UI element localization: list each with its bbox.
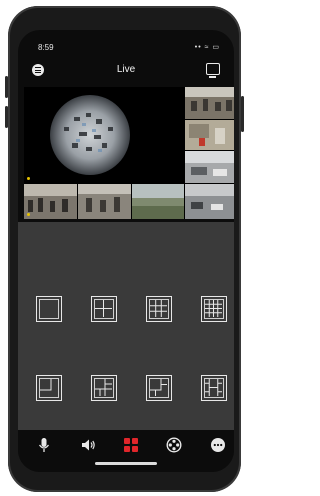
layout-1plus8-button[interactable] <box>146 375 172 401</box>
layout-1x1-button[interactable] <box>36 296 62 322</box>
layout-1plus7-button[interactable] <box>91 375 117 401</box>
status-time: 8:59 <box>38 43 54 52</box>
camera-feed <box>132 184 184 219</box>
app-screen: 8:59 •• ≈ ▭ Live <box>18 30 234 472</box>
grid-icon[interactable] <box>123 437 139 453</box>
side-button <box>5 76 8 98</box>
camera-feed <box>78 184 131 219</box>
camera-feed <box>185 87 234 119</box>
status-bar: 8:59 •• ≈ ▭ <box>18 30 234 56</box>
film-reel-icon[interactable] <box>166 437 182 453</box>
speaker-icon[interactable] <box>80 437 96 453</box>
side-button <box>5 106 8 128</box>
grid-4x4-icon <box>205 300 222 317</box>
camera-feed <box>24 184 77 219</box>
video-tile-cam-6[interactable] <box>78 184 131 219</box>
power-button <box>241 96 244 132</box>
layout-custom-button[interactable] <box>201 375 227 401</box>
video-tile-cam-8[interactable] <box>185 184 234 219</box>
status-icons: •• ≈ ▭ <box>194 44 220 51</box>
more-icon[interactable] <box>210 437 226 453</box>
video-tile-cam-7[interactable] <box>132 184 184 219</box>
grid-1plus5-icon <box>40 379 52 391</box>
monitor-icon[interactable] <box>206 63 220 78</box>
grid-custom-icon <box>205 379 222 396</box>
page-title: Live <box>116 64 136 75</box>
layout-2x2-button[interactable] <box>91 296 117 322</box>
grid-1plus8-icon <box>150 379 167 396</box>
grid-3x3-icon <box>150 300 167 317</box>
camera-feed <box>185 151 234 183</box>
video-tile-cam-4[interactable] <box>185 151 234 183</box>
layout-1plus5-button[interactable] <box>36 375 62 401</box>
microphone-icon[interactable] <box>36 437 52 453</box>
camera-feed <box>185 120 234 150</box>
video-tile-cam-2[interactable] <box>185 87 234 119</box>
grid-1plus7-icon <box>95 379 112 396</box>
layout-4x4-button[interactable] <box>201 296 227 322</box>
fisheye-view <box>50 95 130 175</box>
recording-dot <box>27 177 30 180</box>
grid-2x2-icon <box>95 300 112 317</box>
video-tile-cam-3[interactable] <box>185 120 234 150</box>
layout-selector-panel <box>18 222 234 430</box>
camera-feed <box>185 184 234 219</box>
home-indicator[interactable] <box>95 462 157 465</box>
live-video-grid <box>24 87 234 219</box>
video-tile-cam-5[interactable] <box>24 184 77 219</box>
bottom-toolbar <box>18 430 234 472</box>
app-header: Live <box>18 56 234 84</box>
recording-dot <box>27 213 30 216</box>
layout-3x3-button[interactable] <box>146 296 172 322</box>
video-tile-fisheye[interactable] <box>24 87 184 183</box>
